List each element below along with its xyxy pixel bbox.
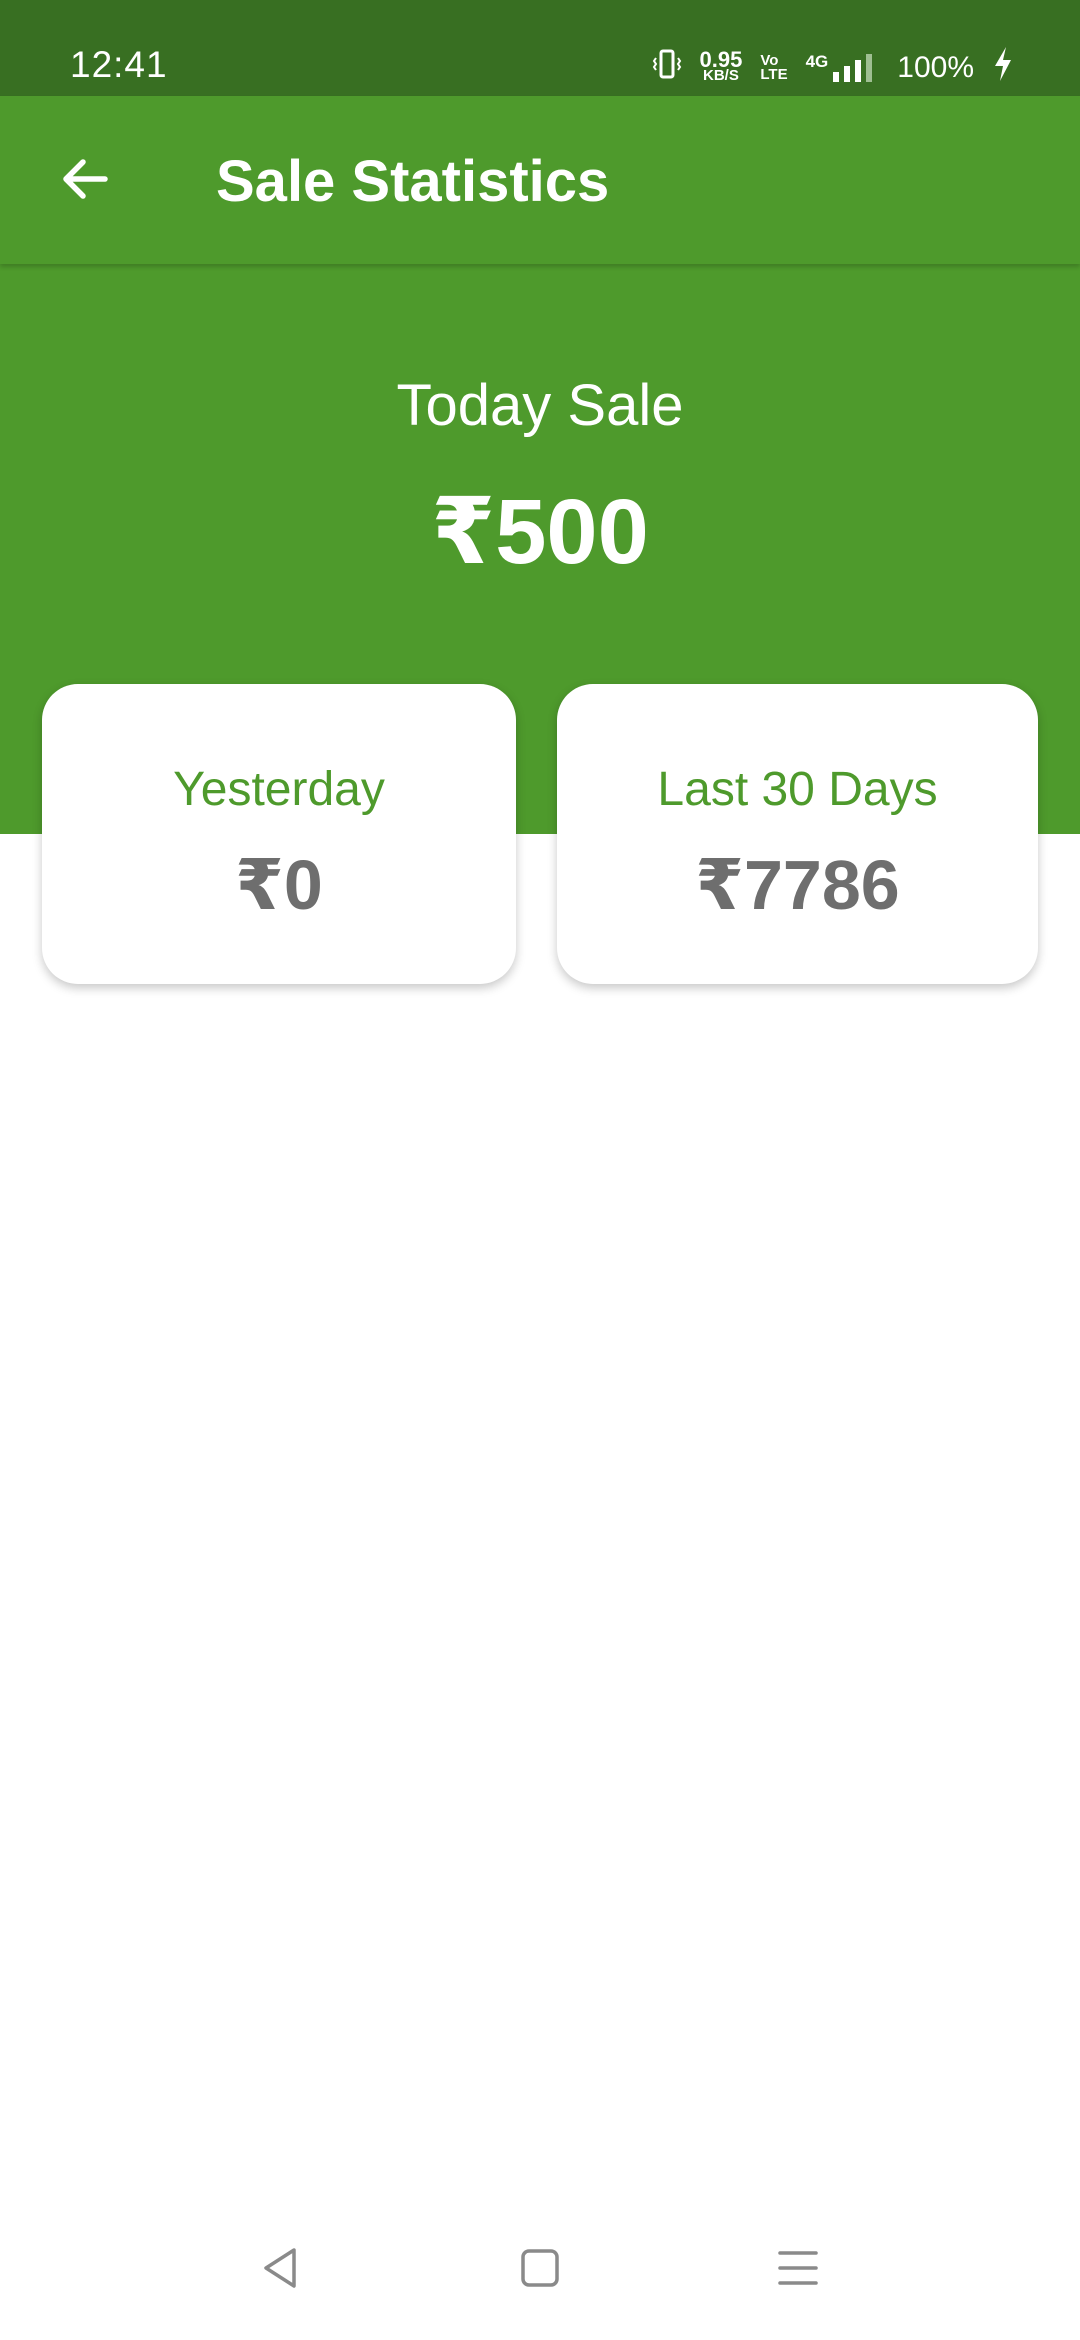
- page-title: Sale Statistics: [216, 149, 610, 214]
- screen: 12:41 0.95 KB/S Vo LTE 4G 100% Sale Stat…: [0, 0, 1080, 2340]
- nav-recents-button[interactable]: [768, 2240, 828, 2300]
- arrow-back-icon: [57, 151, 113, 212]
- yesterday-card: Yesterday ₹0: [42, 684, 516, 984]
- menu-lines-icon: [776, 2247, 820, 2294]
- app-bar: Sale Statistics: [0, 96, 1080, 264]
- back-button[interactable]: [40, 136, 130, 226]
- last-30-days-value: ₹7786: [695, 846, 900, 924]
- nav-back-button[interactable]: [250, 2240, 310, 2300]
- volte-indicator: Vo LTE: [760, 53, 788, 83]
- battery-level: 100%: [897, 51, 974, 84]
- status-bar: 12:41 0.95 KB/S Vo LTE 4G 100%: [0, 0, 1080, 96]
- net-speed: 0.95 KB/S: [699, 47, 743, 84]
- yesterday-label: Yesterday: [173, 763, 385, 816]
- today-sale-label: Today Sale: [396, 373, 684, 438]
- last-30-days-label: Last 30 Days: [657, 763, 938, 816]
- yesterday-value: ₹0: [235, 846, 323, 924]
- system-nav-bar: [0, 2200, 1080, 2340]
- vibrate-icon: [652, 48, 682, 88]
- status-time: 12:41: [70, 44, 168, 85]
- net-speed-value: 0.95: [699, 47, 743, 72]
- network-type: 4G: [805, 52, 829, 71]
- signal-icon: 4G: [806, 52, 880, 84]
- last-30-days-card: Last 30 Days ₹7786: [557, 684, 1038, 984]
- today-sale-value: ₹500: [431, 481, 649, 583]
- volte-bottom: LTE: [760, 66, 788, 83]
- charging-icon: [992, 46, 1014, 90]
- back-triangle-icon: [258, 2244, 302, 2297]
- nav-home-button[interactable]: [510, 2240, 570, 2300]
- home-square-icon: [519, 2247, 561, 2294]
- status-icons: 0.95 KB/S Vo LTE 4G 100%: [652, 46, 1014, 90]
- net-speed-unit: KB/S: [703, 67, 739, 84]
